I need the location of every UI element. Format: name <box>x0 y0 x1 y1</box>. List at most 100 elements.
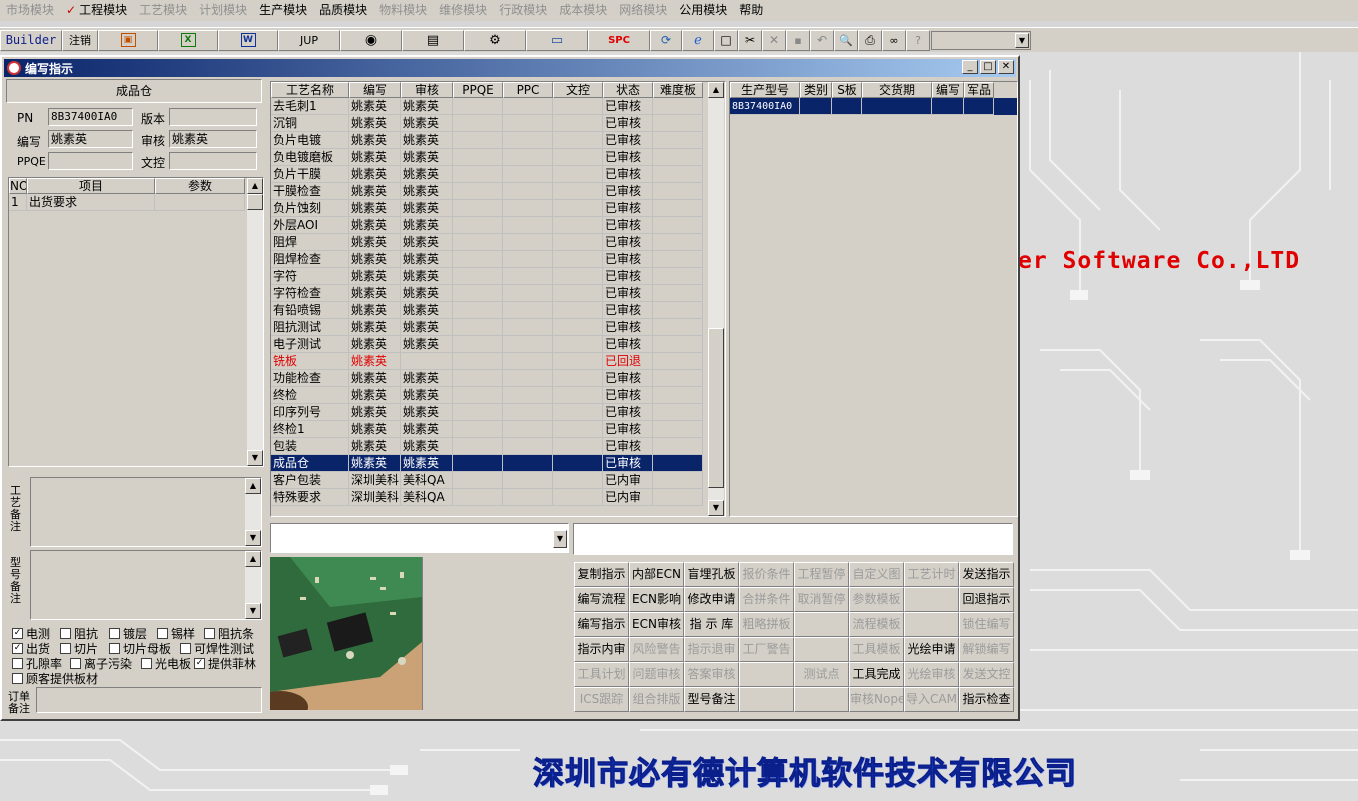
action-button[interactable]: 工具模板 <box>849 637 904 662</box>
cut-button[interactable]: ✂ <box>738 29 762 51</box>
action-button[interactable] <box>904 612 959 637</box>
table-row[interactable]: 去毛刺1 姚素英 姚素英 已审核 <box>271 98 703 115</box>
process-note-textarea[interactable]: ▲ ▼ <box>30 477 262 547</box>
action-button[interactable]: 解锁编写 <box>959 637 1014 662</box>
version-field[interactable] <box>169 108 257 126</box>
process-col-header[interactable]: 难度板 <box>653 82 703 98</box>
process-col-header[interactable]: 编写 <box>349 82 401 98</box>
menu-item-12[interactable]: 帮助 <box>733 0 769 21</box>
table-row[interactable]: 阻焊检查 姚素英 姚素英 已审核 <box>271 251 703 268</box>
model-col-header[interactable]: S板 <box>832 82 862 98</box>
model-col-header[interactable]: 生产型号 <box>730 82 800 98</box>
action-button[interactable] <box>739 662 794 687</box>
network-button[interactable]: ⚙ <box>464 29 526 51</box>
action-button[interactable]: 风险警告 <box>629 637 684 662</box>
action-button[interactable]: 盲埋孔板 <box>684 562 739 587</box>
table-row[interactable]: 负片蚀刻 姚素英 姚素英 已审核 <box>271 200 703 217</box>
word-button[interactable]: W <box>218 29 278 51</box>
menu-item-8[interactable]: 行政模块 <box>493 0 553 21</box>
view-button[interactable]: ◉ <box>340 29 402 51</box>
menu-item-11[interactable]: 公用模块 <box>673 0 733 21</box>
action-button[interactable] <box>794 687 849 712</box>
action-button[interactable]: 参数模板 <box>849 587 904 612</box>
process-select[interactable]: ▼ <box>270 523 569 553</box>
action-button[interactable]: 取消暂停 <box>794 587 849 612</box>
checkbox-option[interactable]: 光电板 <box>141 655 191 672</box>
action-button[interactable]: 报价条件 <box>739 562 794 587</box>
process-note-scrollbar[interactable]: ▲ ▼ <box>245 478 261 546</box>
order-note-field[interactable] <box>36 687 262 713</box>
action-button[interactable]: 自定义图 <box>849 562 904 587</box>
table-row[interactable]: 阻焊 姚素英 姚素英 已审核 <box>271 234 703 251</box>
table-row[interactable]: 阻抗测试 姚素英 姚素英 已审核 <box>271 319 703 336</box>
action-button[interactable]: 修改申请 <box>684 587 739 612</box>
process-col-header[interactable]: 文控 <box>553 82 603 98</box>
database-button[interactable]: ▤ <box>402 29 464 51</box>
undo-button[interactable]: ↶ <box>810 29 834 51</box>
action-button[interactable]: 发送指示 <box>959 562 1014 587</box>
scroll-thumb[interactable] <box>708 328 724 488</box>
doc-control-field[interactable] <box>169 152 257 170</box>
action-button[interactable]: 光绘申请 <box>904 637 959 662</box>
table-row[interactable]: 外层AOI 姚素英 姚素英 已审核 <box>271 217 703 234</box>
model-col-header[interactable]: 交货期 <box>862 82 932 98</box>
save-button[interactable]: ▪ <box>786 29 810 51</box>
process-col-header[interactable]: PPQE <box>453 82 503 98</box>
process-col-header[interactable]: PPC <box>503 82 553 98</box>
checkbox-option[interactable]: ✓ 提供菲林 <box>194 655 256 672</box>
table-row[interactable]: 特殊要求 深圳美科 美科QA 已内审 <box>271 489 703 506</box>
action-button[interactable]: 工艺计时 <box>904 562 959 587</box>
action-button[interactable]: 流程模板 <box>849 612 904 637</box>
scroll-up-icon[interactable]: ▲ <box>708 82 724 98</box>
table-row[interactable]: 终检1 姚素英 姚素英 已审核 <box>271 421 703 438</box>
jup-button[interactable]: JUP <box>278 29 340 51</box>
action-button[interactable]: 指示内审 <box>574 637 629 662</box>
delete-button[interactable]: ✕ <box>762 29 786 51</box>
action-button[interactable]: 工厂警告 <box>739 637 794 662</box>
model-note-textarea[interactable]: ▲ ▼ <box>30 550 262 620</box>
action-button[interactable]: 锁住编写 <box>959 612 1014 637</box>
logout-button[interactable]: 注销 <box>62 29 98 51</box>
preview-button[interactable]: 🔍 <box>834 29 858 51</box>
menu-item-4[interactable]: 生产模块 <box>253 0 313 21</box>
excel-button[interactable]: X <box>158 29 218 51</box>
action-button[interactable]: 发送文控 <box>959 662 1014 687</box>
checkbox-icon[interactable] <box>204 628 215 639</box>
action-button[interactable]: 粗略拼板 <box>739 612 794 637</box>
action-button[interactable]: 光绘审核 <box>904 662 959 687</box>
action-button[interactable]: 合拼条件 <box>739 587 794 612</box>
action-button[interactable]: 指示退审 <box>684 637 739 662</box>
checkbox-icon[interactable] <box>12 673 23 684</box>
table-row[interactable]: 负电镀磨板 姚素英 姚素英 已审核 <box>271 149 703 166</box>
table-row[interactable]: 干膜检查 姚素英 姚素英 已审核 <box>271 183 703 200</box>
checkbox-icon[interactable] <box>12 658 23 669</box>
param-grid-scrollbar[interactable]: ▲ ▼ <box>247 178 263 466</box>
table-row[interactable]: 有铅喷锡 姚素英 姚素英 已审核 <box>271 302 703 319</box>
table-row[interactable]: 负片电镀 姚素英 姚素英 已审核 <box>271 132 703 149</box>
menu-item-10[interactable]: 网络模块 <box>613 0 673 21</box>
action-button[interactable]: 指示检查 <box>959 687 1014 712</box>
remark-input[interactable] <box>573 523 1013 555</box>
process-grid-scrollbar[interactable]: ▲ ▼ <box>708 82 724 516</box>
process-col-header[interactable]: 状态 <box>603 82 653 98</box>
process-col-header[interactable]: 审核 <box>401 82 453 98</box>
model-col-header[interactable]: 军品 <box>964 82 994 98</box>
pn-field[interactable]: 8B37400IA0 <box>48 108 133 126</box>
table-row[interactable]: 字符 姚素英 姚素英 已审核 <box>271 268 703 285</box>
menu-item-5[interactable]: 品质模块 <box>313 0 373 21</box>
menu-item-1[interactable]: ✓ 工程模块 <box>60 0 133 21</box>
checkbox-icon[interactable] <box>109 643 120 654</box>
action-button[interactable]: 导入CAM <box>904 687 959 712</box>
author-field[interactable]: 姚素英 <box>48 130 133 148</box>
action-button[interactable]: 审核Nope <box>849 687 904 712</box>
action-button[interactable]: 回退指示 <box>959 587 1014 612</box>
scroll-thumb[interactable] <box>247 194 263 210</box>
action-button[interactable]: ECN审核 <box>629 612 684 637</box>
close-button[interactable]: ✕ <box>998 60 1014 74</box>
action-button[interactable]: 问题审核 <box>629 662 684 687</box>
builder-button[interactable]: Builder <box>0 29 62 51</box>
checkbox-option[interactable]: 顾客提供板材 <box>12 670 98 687</box>
checkbox-icon[interactable]: ✓ <box>12 643 23 654</box>
table-row[interactable]: 1 出货要求 <box>9 194 245 211</box>
model-col-header[interactable]: 编写 <box>932 82 964 98</box>
